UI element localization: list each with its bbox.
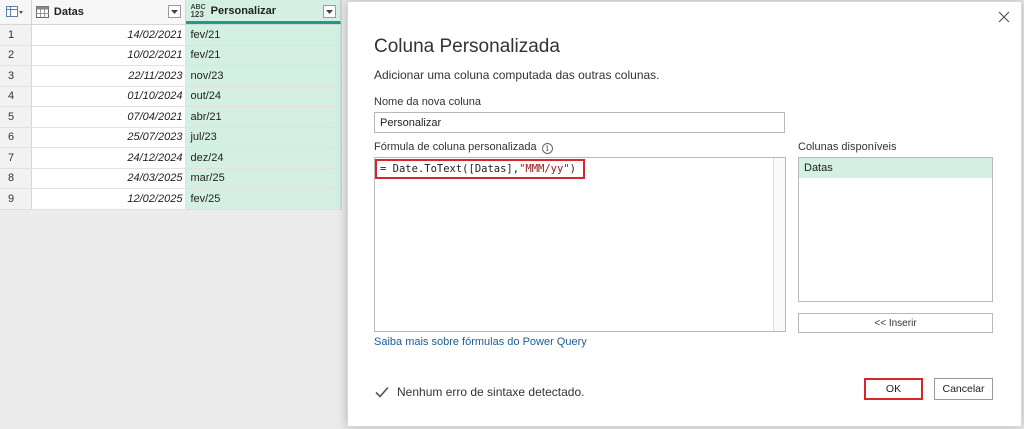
column-header-personalizar[interactable]: ABC 123 Personalizar [186, 0, 341, 24]
cell-personalizar[interactable]: out/24 [186, 86, 341, 106]
cell-personalizar[interactable]: jul/23 [186, 127, 341, 147]
column-filter-button[interactable] [323, 5, 336, 18]
column-filter-button[interactable] [168, 5, 182, 18]
table-row[interactable]: 9 12/02/2025 fev/25 [0, 189, 341, 210]
cell-datas[interactable]: 01/10/2024 [32, 86, 187, 106]
new-column-name-label: Nome da nova coluna [374, 96, 482, 108]
table-row[interactable]: 8 24/03/2025 mar/25 [0, 168, 341, 189]
column-title: Datas [53, 6, 84, 18]
chevron-down-icon [326, 9, 333, 14]
syntax-status: Nenhum erro de sintaxe detectado. [374, 384, 584, 400]
list-item[interactable]: Datas [799, 158, 992, 178]
cell-personalizar[interactable]: mar/25 [186, 168, 341, 188]
row-number: 9 [0, 189, 32, 209]
table-row[interactable]: 4 01/10/2024 out/24 [0, 86, 341, 107]
cell-personalizar[interactable]: fev/21 [186, 45, 341, 65]
cell-personalizar[interactable]: abr/21 [186, 107, 341, 127]
checkmark-icon [375, 386, 389, 398]
cell-datas[interactable]: 24/03/2025 [32, 168, 187, 188]
dialog-subtitle: Adicionar uma coluna computada das outra… [374, 68, 660, 82]
available-columns-label: Colunas disponíveis [798, 141, 897, 153]
cell-datas[interactable]: 14/02/2021 [32, 25, 187, 45]
cell-datas[interactable]: 07/04/2021 [32, 107, 187, 127]
row-number: 8 [0, 168, 32, 188]
calendar-icon [35, 6, 49, 18]
row-number: 5 [0, 107, 32, 127]
cell-datas[interactable]: 24/12/2024 [32, 148, 187, 168]
cell-datas[interactable]: 10/02/2021 [32, 45, 187, 65]
table-icon [6, 6, 24, 17]
data-grid: Datas ABC 123 Personalizar 1 14/02/2021 … [0, 0, 342, 210]
formula-suffix: ) [569, 163, 576, 175]
type-icon-bottom: 123 [190, 9, 204, 19]
table-row[interactable]: 7 24/12/2024 dez/24 [0, 148, 341, 169]
row-number: 4 [0, 86, 32, 106]
table-row[interactable]: 2 10/02/2021 fev/21 [0, 45, 341, 66]
formula-scrollbar[interactable] [773, 158, 785, 331]
close-button[interactable] [997, 10, 1011, 24]
cell-personalizar[interactable]: nov/23 [186, 66, 341, 86]
table-row[interactable]: 6 25/07/2023 jul/23 [0, 127, 341, 148]
cell-datas[interactable]: 25/07/2023 [32, 127, 187, 147]
cell-personalizar[interactable]: fev/25 [186, 189, 341, 209]
table-row[interactable]: 3 22/11/2023 nov/23 [0, 66, 341, 87]
cell-datas[interactable]: 12/02/2025 [32, 189, 187, 209]
row-number: 7 [0, 148, 32, 168]
column-title: Personalizar [210, 4, 277, 17]
new-column-name-input[interactable] [374, 112, 785, 133]
formula-string: "MMM/yy" [519, 163, 570, 175]
custom-column-dialog: Coluna Personalizada Adicionar uma colun… [347, 1, 1022, 427]
row-number: 6 [0, 127, 32, 147]
ok-button[interactable]: OK [864, 378, 923, 400]
cell-personalizar[interactable]: dez/24 [186, 148, 341, 168]
close-icon [998, 11, 1010, 23]
table-row[interactable]: 5 07/04/2021 abr/21 [0, 107, 341, 128]
status-text: Nenhum erro de sintaxe detectado. [397, 385, 585, 399]
row-number: 1 [0, 25, 32, 45]
table-menu-button[interactable] [0, 0, 32, 24]
chevron-down-icon [171, 9, 179, 14]
table-row[interactable]: 1 14/02/2021 fev/21 [0, 25, 341, 46]
formula-label: Fórmula de coluna personalizada i [374, 141, 553, 154]
formula-prefix: = Date.ToText([Datas], [380, 163, 520, 175]
row-number: 2 [0, 45, 32, 65]
cell-personalizar[interactable]: fev/21 [186, 25, 341, 45]
cell-datas[interactable]: 22/11/2023 [32, 66, 187, 86]
dialog-title: Coluna Personalizada [374, 36, 560, 57]
cancel-button[interactable]: Cancelar [934, 378, 993, 400]
grid-header: Datas ABC 123 Personalizar [0, 0, 341, 25]
learn-more-link[interactable]: Saiba mais sobre fórmulas do Power Query [374, 336, 587, 348]
available-columns-list: Datas [798, 157, 993, 302]
formula-label-text: Fórmula de coluna personalizada [374, 141, 537, 153]
formula-editor[interactable]: = Date.ToText([Datas], "MMM/yy") [374, 157, 786, 332]
formula-text[interactable]: = Date.ToText([Datas], "MMM/yy") [375, 159, 585, 179]
insert-button[interactable]: << Inserir [798, 313, 993, 333]
info-icon[interactable]: i [541, 143, 553, 154]
abc-123-icon: ABC 123 [190, 4, 205, 19]
column-header-datas[interactable]: Datas [32, 0, 187, 24]
row-number: 3 [0, 66, 32, 86]
